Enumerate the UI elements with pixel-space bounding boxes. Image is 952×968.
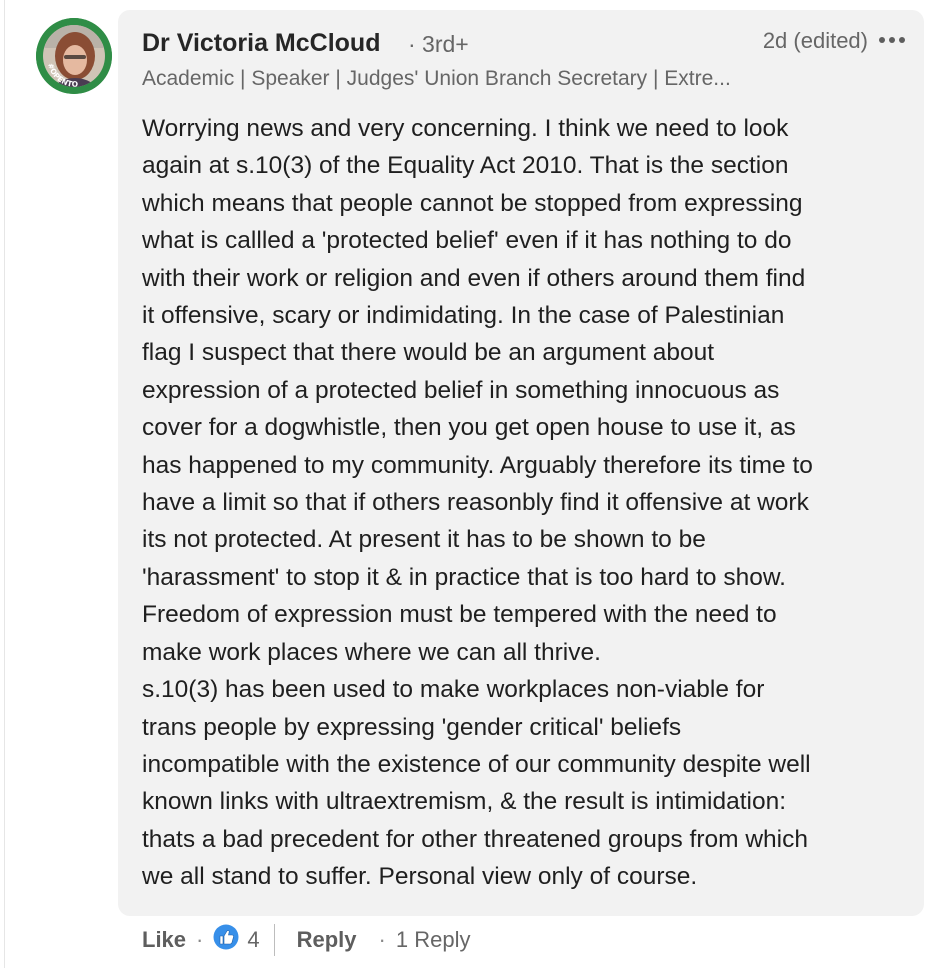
comment-actions: Like · 4 Reply · 1 Reply xyxy=(142,922,470,958)
comment-body-line: it offensive, scary or indimidating. In … xyxy=(142,302,785,330)
comment-body-line: again at s.10(3) of the Equality Act 201… xyxy=(142,152,789,180)
comment-body-line: which means that people cannot be stoppe… xyxy=(142,189,803,217)
reply-button[interactable]: Reply xyxy=(297,927,357,953)
comment-body: Worrying news and very concerning. I thi… xyxy=(142,110,912,896)
comment-body-line: expression of a protected belief in some… xyxy=(142,376,780,404)
thumbs-up-icon[interactable] xyxy=(213,924,247,956)
comment-card: Dr Victoria McCloud · 3rd+ 2d (edited) A… xyxy=(118,10,924,916)
comment-body-line: incompatible with the existence of our c… xyxy=(142,750,811,778)
comment-body-line: its not protected. At present it has to … xyxy=(142,526,706,554)
comment-body-line: 'harassment' to stop it & in practice th… xyxy=(142,563,786,591)
reaction-count[interactable]: 4 xyxy=(247,927,259,953)
comment-body-line: trans people by expressing 'gender criti… xyxy=(142,713,682,741)
comment-page: #OPENTOWORK Dr Victoria McCloud · 3rd+ 2… xyxy=(0,0,952,968)
more-options-icon[interactable] xyxy=(876,26,908,54)
comment-timestamp: 2d (edited) xyxy=(762,28,868,53)
left-border xyxy=(4,0,5,968)
avatar-image: #OPENTOWORK xyxy=(36,18,112,94)
comment-body-line: we all stand to suffer. Personal view on… xyxy=(142,863,698,891)
avatar[interactable]: #OPENTOWORK xyxy=(36,18,112,94)
comment-body-line: what is callled a 'protected belief' eve… xyxy=(142,227,792,255)
author-headline: Academic | Speaker | Judges' Union Branc… xyxy=(142,67,731,90)
connection-degree: · 3rd+ xyxy=(408,31,469,57)
comment-body-line: make work places where we can all thrive… xyxy=(142,638,601,666)
comment-body-line: Worrying news and very concerning. I thi… xyxy=(142,115,789,142)
comment-body-line: known links with ultraextremism, & the r… xyxy=(142,788,787,816)
comment-body-line: Freedom of expression must be tempered w… xyxy=(142,601,777,629)
reply-count-link[interactable]: 1 Reply xyxy=(396,927,471,953)
comment-body-line: thats a bad precedent for other threaten… xyxy=(142,825,808,853)
separator-dot: · xyxy=(378,927,386,952)
separator-dot: · xyxy=(196,927,204,952)
comment-body-line: with their work or religion and even if … xyxy=(142,264,806,292)
actions-divider xyxy=(273,924,275,956)
comment-body-line: have a limit so that if others reasonbly… xyxy=(142,489,809,517)
comment-body-line: has happened to my community. Arguably t… xyxy=(142,451,813,479)
comment-body-line: cover for a dogwhistle, then you get ope… xyxy=(142,414,796,442)
comment-body-line: flag I suspect that there would be an ar… xyxy=(142,339,715,367)
author-name[interactable]: Dr Victoria McCloud xyxy=(142,29,380,58)
like-button[interactable]: Like xyxy=(142,927,186,953)
comment-body-line: s.10(3) has been used to make workplaces… xyxy=(142,676,765,704)
